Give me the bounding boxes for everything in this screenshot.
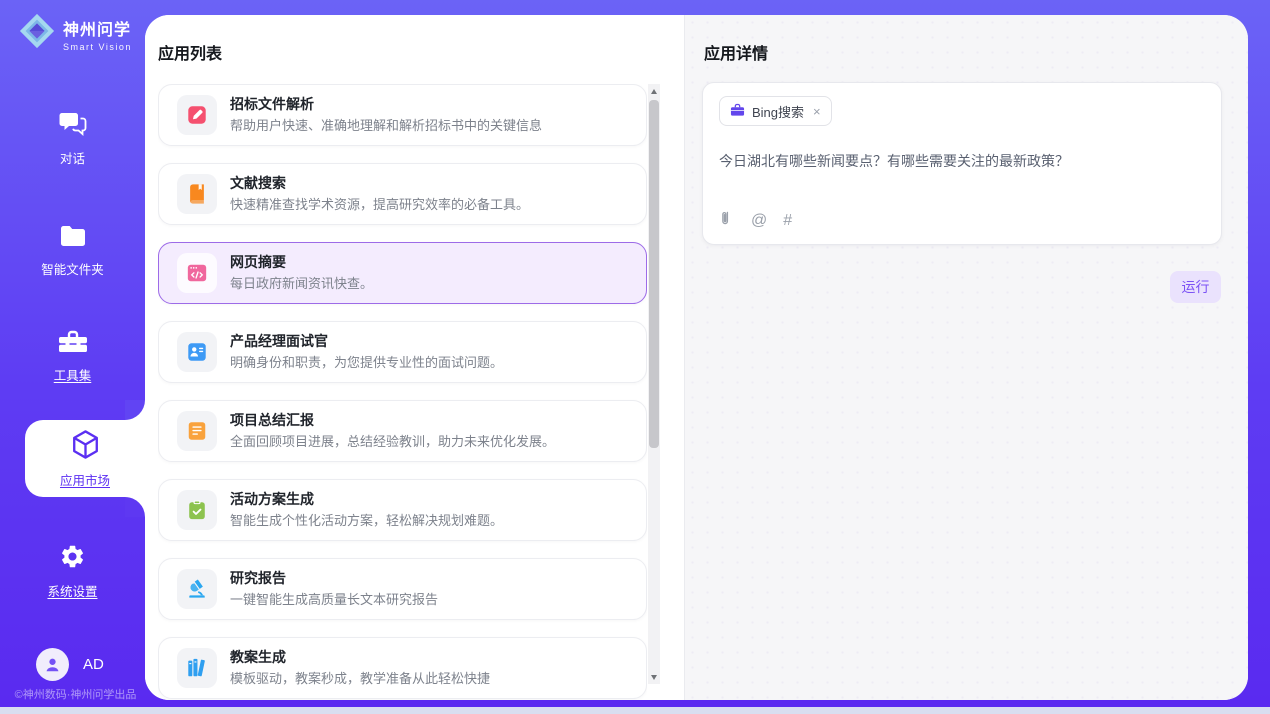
scrollbar-thumb[interactable] [649,100,659,448]
logo-subtitle: Smart Vision [63,42,132,52]
app-detail-panel: 应用详情 Bing搜索 × 今日湖北有哪些新闻要点？有哪些需要关注的最新政策？ [684,15,1248,700]
app-card-literature-search[interactable]: 文献搜索 快速精准查找学术资源，提高研究效率的必备工具。 [158,163,647,225]
clipboard-check-icon [177,490,217,530]
sidebar-item-app-market[interactable]: 应用市场 [25,420,145,497]
app-card-event-plan[interactable]: 活动方案生成 智能生成个性化活动方案，轻松解决规划难题。 [158,479,647,541]
app-card-project-summary[interactable]: 项目总结汇报 全面回顾项目进展，总结经验教训，助力未来优化发展。 [158,400,647,462]
app-list-panel: 应用列表 招标文件解析 帮助用户快速、准确地理解和解析招标书中的关键信息 [145,15,684,700]
scroll-up-icon [651,89,657,94]
toolbox-icon [58,329,88,359]
sidebar-item-settings[interactable]: 系统设置 [0,543,145,600]
copyright-text: ©神州数码·神州问学出品 [6,686,145,702]
prompt-card: Bing搜索 × 今日湖北有哪些新闻要点？有哪些需要关注的最新政策？ @ # [702,82,1222,245]
app-card-title: 活动方案生成 [230,490,503,509]
app-card-pm-interviewer[interactable]: 产品经理面试官 明确身份和职责，为您提供专业性的面试问题。 [158,321,647,383]
app-card-web-summary-selected[interactable]: 网页摘要 每日政府新闻资讯快查。 [158,242,647,304]
tool-tag-bing-search[interactable]: Bing搜索 × [719,96,832,126]
paperclip-icon[interactable] [719,210,735,232]
interview-profile-icon [177,332,217,372]
scroll-down-button[interactable] [648,670,660,684]
active-tab-top-curve [125,400,145,420]
app-card-description: 每日政府新闻资讯快查。 [230,274,373,293]
page-bottom-strip [0,707,1270,714]
scroll-up-button[interactable] [648,84,660,98]
cube-icon [69,428,102,466]
app-card-bid-document-analysis[interactable]: 招标文件解析 帮助用户快速、准确地理解和解析招标书中的关键信息 [158,84,647,146]
memo-icon [177,411,217,451]
app-card-research-report[interactable]: 研究报告 一键智能生成高质量长文本研究报告 [158,558,647,620]
prompt-text[interactable]: 今日湖北有哪些新闻要点？有哪些需要关注的最新政策？ [719,151,1205,171]
app-card-title: 文献搜索 [230,174,529,193]
folder-icon [59,224,87,253]
sidebar-item-label: 应用市场 [60,470,110,489]
gear-icon [59,543,86,575]
sidebar-item-label: 对话 [60,148,85,167]
logo-title: 神州问学 [63,16,132,40]
app-card-title: 研究报告 [230,569,438,588]
sidebar-item-label: 系统设置 [47,581,97,600]
at-icon[interactable]: @ [751,212,767,230]
sidebar-item-chat[interactable]: 对话 [0,111,145,167]
app-detail-title: 应用详情 [704,40,768,64]
app-card-description: 快速精准查找学术资源，提高研究效率的必备工具。 [230,195,529,214]
avatar [36,648,69,681]
user-name: AD [83,656,104,673]
logo-diamond-icon [18,12,56,55]
prompt-toolbar: @ # [719,210,792,232]
hash-icon[interactable]: # [783,212,792,230]
app-card-description: 明确身份和职责，为您提供专业性的面试问题。 [230,353,503,372]
active-tab-bottom-curve [125,497,145,517]
sidebar-item-label: 智能文件夹 [41,259,104,278]
sidebar-item-toolset[interactable]: 工具集 [0,329,145,384]
sidebar-item-label: 工具集 [54,365,92,384]
chat-icon [59,111,87,142]
scrollbar[interactable] [648,84,660,684]
app-card-description: 一键智能生成高质量长文本研究报告 [230,590,438,609]
app-card-description: 帮助用户快速、准确地理解和解析招标书中的关键信息 [230,116,542,135]
edit-document-icon [177,95,217,135]
app-card-title: 教案生成 [230,648,490,667]
app-card-title: 网页摘要 [230,253,373,272]
app-card-lesson-plan[interactable]: 教案生成 模板驱动，教案秒成，教学准备从此轻松快捷 [158,637,647,699]
app-list-title: 应用列表 [158,40,222,64]
books-icon [177,648,217,688]
scroll-down-icon [651,675,657,680]
book-icon [177,174,217,214]
app-logo[interactable]: 神州问学 Smart Vision [18,12,132,55]
app-card-title: 项目总结汇报 [230,411,555,430]
tag-close-icon[interactable]: × [813,104,821,119]
briefcase-icon [730,103,745,120]
tool-tag-label: Bing搜索 [752,102,804,121]
app-card-title: 产品经理面试官 [230,332,503,351]
content-area: 应用列表 招标文件解析 帮助用户快速、准确地理解和解析招标书中的关键信息 [145,15,1248,700]
app-card-description: 智能生成个性化活动方案，轻松解决规划难题。 [230,511,503,530]
app-list: 招标文件解析 帮助用户快速、准确地理解和解析招标书中的关键信息 文献搜索 快速精… [158,84,647,700]
browser-code-icon [177,253,217,293]
microscope-icon [177,569,217,609]
app-card-title: 招标文件解析 [230,95,542,114]
sidebar: 神州问学 Smart Vision 对话 智能文件夹 [0,0,145,714]
sidebar-item-smart-folder[interactable]: 智能文件夹 [0,224,145,278]
user-profile[interactable]: AD [36,648,104,681]
run-button[interactable]: 运行 [1170,271,1221,303]
app-card-description: 全面回顾项目进展，总结经验教训，助力未来优化发展。 [230,432,555,451]
app-card-description: 模板驱动，教案秒成，教学准备从此轻松快捷 [230,669,490,688]
